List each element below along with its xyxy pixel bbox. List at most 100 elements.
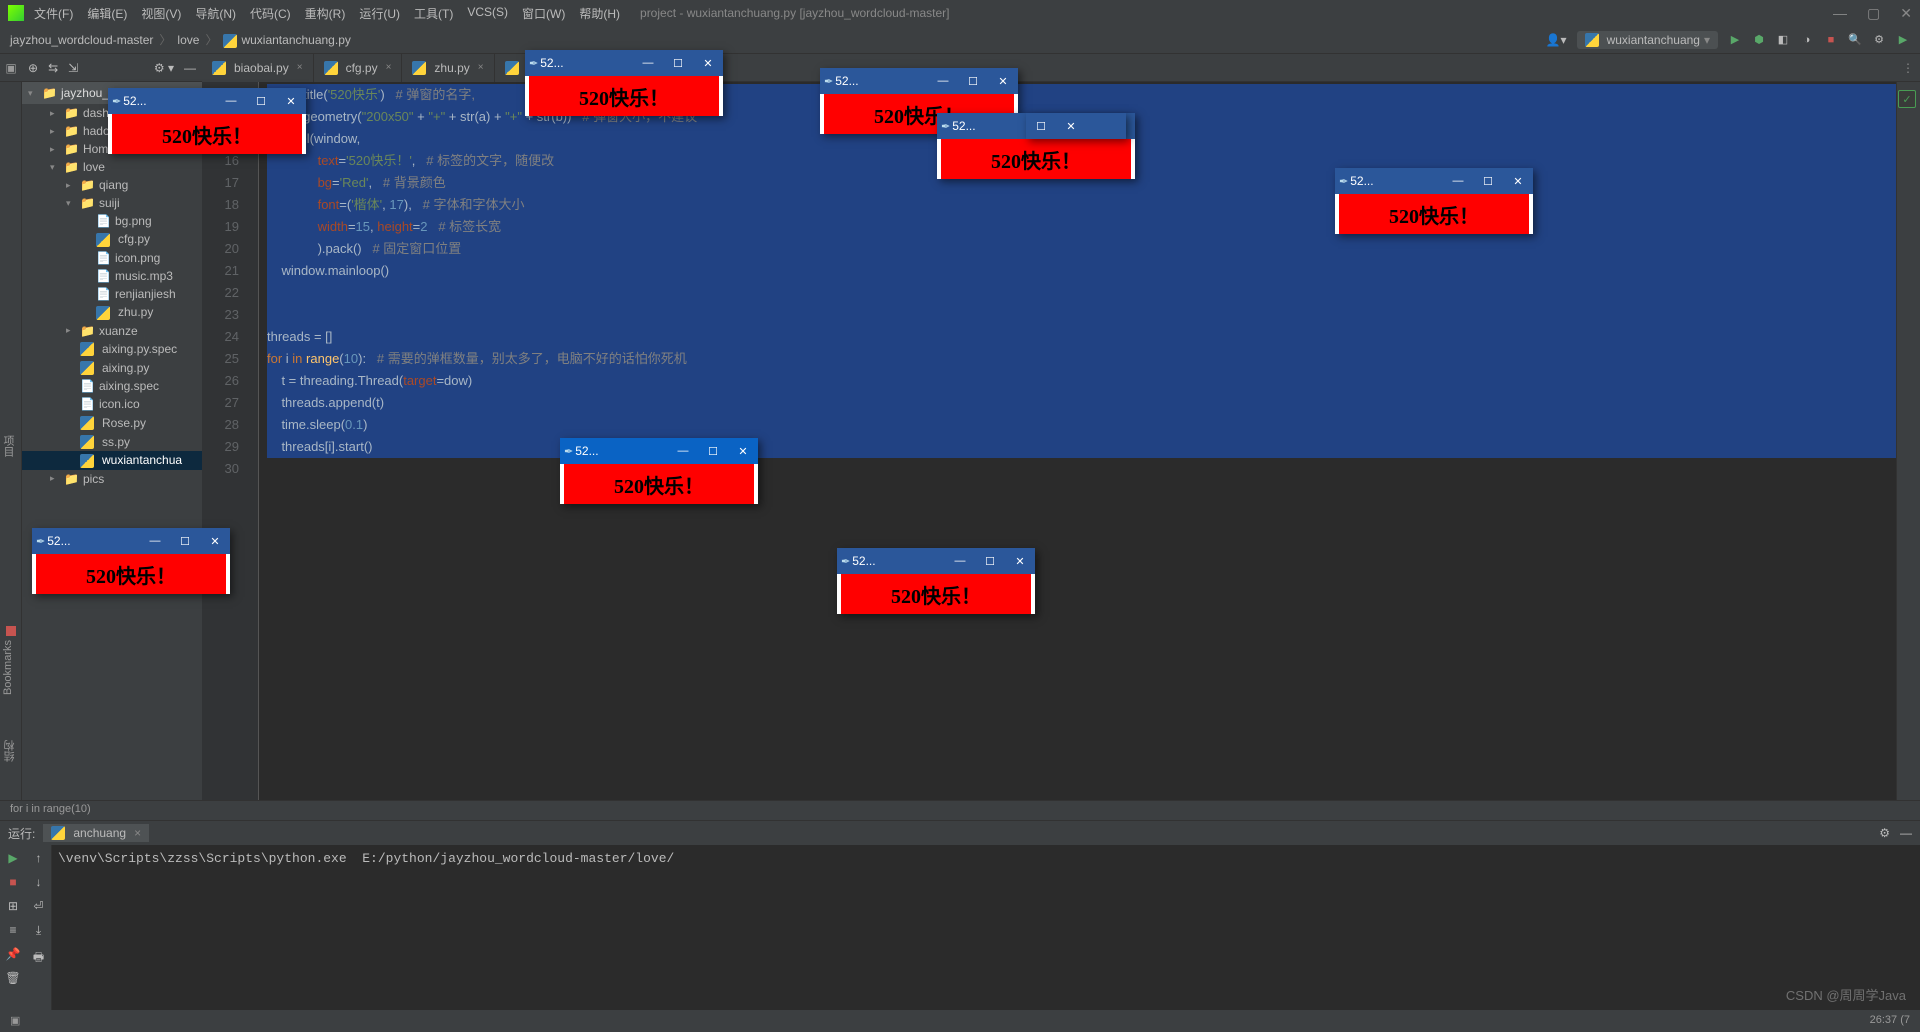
profile-icon[interactable]: ◑ xyxy=(1800,33,1814,47)
popup-minimize-icon[interactable]: — xyxy=(928,75,958,87)
expand-icon[interactable]: ⇆ xyxy=(48,61,58,75)
tree-item[interactable]: ▾📁love xyxy=(22,158,202,176)
menu-item[interactable]: 代码(C) xyxy=(250,5,291,22)
tree-item[interactable]: 📄icon.png xyxy=(22,249,202,267)
popup-window[interactable]: ✒52...—☐✕520快乐！ xyxy=(108,88,306,154)
tree-item[interactable]: wuxiantanchua xyxy=(22,451,202,470)
pin-icon[interactable]: 📌 xyxy=(6,947,21,961)
popup-close-icon[interactable]: ✕ xyxy=(728,445,758,458)
tree-item[interactable]: 📄aixing.spec xyxy=(22,377,202,395)
user-icon[interactable]: 👤▾ xyxy=(1546,33,1567,47)
popup-titlebar[interactable]: ✒52...—☐✕ xyxy=(108,88,306,114)
popup-close-icon[interactable]: ✕ xyxy=(1056,120,1086,133)
popup-minimize-icon[interactable]: — xyxy=(945,555,975,567)
popup-maximize-icon[interactable]: ☐ xyxy=(246,95,276,108)
popup-titlebar[interactable]: ✒52...—☐✕ xyxy=(525,50,723,76)
line-number[interactable]: 22 xyxy=(202,282,239,304)
popup-maximize-icon[interactable]: ☐ xyxy=(663,57,693,70)
tree-item[interactable]: Rose.py xyxy=(22,413,202,432)
breadcrumb-part[interactable]: jayzhou_wordcloud-master xyxy=(10,33,153,47)
menu-item[interactable]: 视图(V) xyxy=(141,5,181,22)
popup-maximize-icon[interactable]: ☐ xyxy=(1473,175,1503,188)
tree-item[interactable]: cfg.py xyxy=(22,230,202,249)
editor-tab[interactable]: zhu.py× xyxy=(402,54,494,82)
coverage-icon[interactable]: ◧ xyxy=(1776,33,1790,47)
run-hide-icon[interactable]: — xyxy=(1900,826,1912,840)
project-strip-icon[interactable]: ▣ xyxy=(0,61,22,75)
line-number[interactable]: 19 xyxy=(202,216,239,238)
tree-item[interactable]: ▸📁pics xyxy=(22,470,202,488)
popup-window[interactable]: ✒52...—☐✕520快乐！ xyxy=(32,528,230,594)
line-number[interactable]: 30 xyxy=(202,458,239,480)
settings-icon[interactable]: ⚙ ▾ xyxy=(154,61,174,75)
breadcrumb-part[interactable]: love xyxy=(177,33,199,47)
print-icon[interactable]: 🖶 xyxy=(33,948,44,969)
tree-item[interactable]: ▾📁suiji xyxy=(22,194,202,212)
popup-titlebar[interactable]: ✒52...—☐✕ xyxy=(32,528,230,554)
wrap-icon[interactable]: ⏎ xyxy=(33,899,43,913)
down-icon[interactable]: ↓ xyxy=(36,875,42,889)
tree-item[interactable]: 📄renjianjiesh xyxy=(22,285,202,303)
run-output[interactable]: \venv\Scripts\zzss\Scripts\python.exe E:… xyxy=(52,845,1920,1010)
minimize-icon[interactable]: — xyxy=(1833,5,1847,22)
popup-titlebar[interactable]: ✒52...—☐✕ xyxy=(560,438,758,464)
line-number[interactable]: 28 xyxy=(202,414,239,436)
popup-maximize-icon[interactable]: ☐ xyxy=(170,535,200,548)
scroll-icon[interactable]: ⤓ xyxy=(36,923,41,938)
menu-item[interactable]: 帮助(H) xyxy=(579,5,620,22)
line-number[interactable]: 27 xyxy=(202,392,239,414)
project-tree[interactable]: ▾📁 jayzhou_w ▸📁dashuju▸📁hadoop▸📁HomeW▾📁l… xyxy=(22,82,202,800)
tab-close-icon[interactable]: × xyxy=(386,62,392,73)
close-icon[interactable]: ✕ xyxy=(1900,5,1912,22)
popup-window[interactable]: ✒52...—☐✕520快乐！ xyxy=(525,50,723,116)
stop-button-icon[interactable]: ■ xyxy=(1824,33,1838,47)
tree-item[interactable]: ▸📁qiang xyxy=(22,176,202,194)
up-icon[interactable]: ↑ xyxy=(36,851,42,865)
popup-minimize-icon[interactable]: — xyxy=(140,535,170,547)
rerun-icon[interactable]: ▶ xyxy=(8,851,17,865)
run-anything-icon[interactable]: ▶ xyxy=(1896,33,1910,47)
menu-item[interactable]: 文件(F) xyxy=(34,5,73,22)
code-crumb[interactable]: for i in range(10) xyxy=(0,800,1920,820)
popup-window[interactable]: ✒52...—☐✕520快乐！ xyxy=(1335,168,1533,234)
search-icon[interactable]: 🔍 xyxy=(1848,33,1862,47)
popup-window[interactable]: ✒52...—☐✕520快乐！ xyxy=(837,548,1035,614)
menu-item[interactable]: 工具(T) xyxy=(414,5,453,22)
menu-item[interactable]: 重构(R) xyxy=(305,5,346,22)
popup-close-icon[interactable]: ✕ xyxy=(276,95,306,108)
breadcrumb[interactable]: jayzhou_wordcloud-master〉love〉wuxiantanc… xyxy=(10,31,351,48)
hide-icon[interactable]: — xyxy=(184,61,196,75)
popup-minimize-icon[interactable]: — xyxy=(1443,175,1473,187)
breadcrumb-part[interactable]: wuxiantanchuang.py xyxy=(241,33,350,47)
run-config-selector[interactable]: wuxiantanchuang ▾ xyxy=(1577,31,1718,49)
popup-maximize-icon[interactable]: ☐ xyxy=(975,555,1005,568)
line-number[interactable]: 26 xyxy=(202,370,239,392)
line-number[interactable]: 25 xyxy=(202,348,239,370)
tree-item[interactable]: zhu.py xyxy=(22,303,202,322)
popup-minimize-icon[interactable]: — xyxy=(633,57,663,69)
tree-item[interactable]: 📄music.mp3 xyxy=(22,267,202,285)
run-button-icon[interactable]: ▶ xyxy=(1728,33,1742,47)
popup-close-icon[interactable]: ✕ xyxy=(1005,555,1035,568)
line-number[interactable]: 24 xyxy=(202,326,239,348)
debug-button-icon[interactable]: ⬢ xyxy=(1752,33,1766,47)
trash-icon[interactable]: 🗑 xyxy=(5,971,20,985)
popup-minimize-icon[interactable]: — xyxy=(216,95,246,107)
stop-icon[interactable]: ■ xyxy=(9,875,16,889)
run-settings-icon[interactable]: ⚙ xyxy=(1879,826,1890,840)
status-icon[interactable]: ▣ xyxy=(10,1014,20,1027)
maximize-icon[interactable]: ▢ xyxy=(1867,5,1880,22)
popup-titlebar[interactable]: ✒52...—☐✕ xyxy=(820,68,1018,94)
popup-close-icon[interactable]: ✕ xyxy=(693,57,723,70)
line-number[interactable]: 29 xyxy=(202,436,239,458)
popup-maximize-icon[interactable]: ☐ xyxy=(698,445,728,458)
inspection-ok-icon[interactable]: ✓ xyxy=(1898,90,1916,108)
menu-item[interactable]: 编辑(E) xyxy=(87,5,127,22)
bookmarks-strip[interactable]: Bookmarks xyxy=(2,640,14,695)
run-tab[interactable]: anchuang × xyxy=(43,824,149,842)
editor-tab[interactable]: cfg.py× xyxy=(314,54,403,82)
target-icon[interactable]: ⊕ xyxy=(28,61,38,75)
tree-item[interactable]: aixing.py.spec xyxy=(22,340,202,359)
line-number[interactable]: 17 xyxy=(202,172,239,194)
tabs-more-icon[interactable]: ⋮ xyxy=(1902,61,1920,75)
